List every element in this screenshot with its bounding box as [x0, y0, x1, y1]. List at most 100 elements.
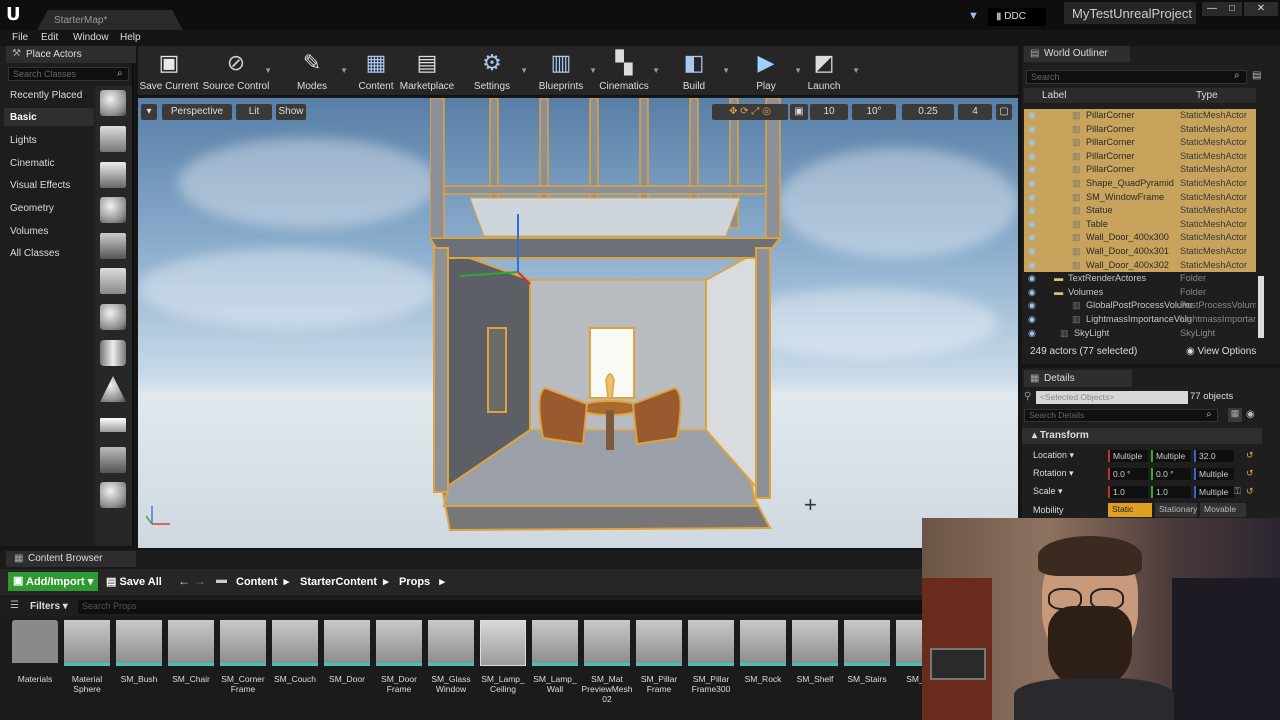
category-lights[interactable]: Lights	[10, 135, 37, 146]
source-control-button[interactable]: ⊘ Source Control ▼	[198, 48, 274, 94]
visibility-eye-icon[interactable]: ◉	[1028, 245, 1036, 259]
menu-edit[interactable]: Edit	[41, 32, 58, 43]
label-column-header[interactable]: Label	[1042, 90, 1066, 101]
level-viewport[interactable]: +	[138, 98, 1018, 548]
visibility-eye-icon[interactable]: ◉	[1028, 259, 1036, 273]
visibility-eye-icon[interactable]: ◉	[1028, 123, 1036, 137]
mobility-static-button[interactable]: Static	[1108, 503, 1152, 517]
details-search-input[interactable]: Search Details	[1024, 409, 1218, 422]
launch-button[interactable]: ◩ Launch ▼	[786, 48, 862, 94]
breadcrumb-content[interactable]: Content ▸	[236, 575, 289, 588]
breadcrumb-props[interactable]: Props ▸	[399, 575, 445, 588]
outliner-row[interactable]: ◉ ▥ Shape_QuadPyramid StaticMeshActor	[1024, 177, 1256, 191]
outliner-row[interactable]: ◉ ▥ GlobalPostProcessVolume PostProcessVolu…	[1024, 299, 1256, 313]
outliner-row[interactable]: ◉ ▥ Table StaticMeshActor	[1024, 217, 1256, 232]
search-props-input[interactable]: Search Props	[78, 600, 922, 614]
transform-section-header[interactable]: ▴ Transform	[1022, 428, 1262, 444]
asset-tile[interactable]: SM_Bush	[116, 620, 162, 684]
world-outliner-tab[interactable]: ▤ World Outliner	[1024, 46, 1130, 62]
visibility-eye-icon[interactable]: ◉	[1028, 150, 1036, 164]
rotation-x-field[interactable]: 0.0 °	[1108, 468, 1148, 480]
asset-tile[interactable]: SM_Chair	[168, 620, 214, 684]
plane-icon[interactable]	[100, 418, 126, 432]
asset-tile[interactable]: SM_Pillar Frame300	[688, 620, 734, 694]
rotation-label[interactable]: Rotation ▾	[1033, 468, 1074, 479]
scale-snap-button[interactable]: 0.25	[902, 104, 954, 120]
eye-icon[interactable]: ◉	[1246, 409, 1255, 420]
show-button[interactable]: Show	[276, 104, 306, 120]
pillar-corner[interactable]	[433, 247, 449, 493]
asset-tile[interactable]: SM_Pillar Frame	[636, 620, 682, 694]
outliner-row[interactable]: ◉ ▬ TextRenderActores Folder	[1024, 272, 1256, 286]
visibility-eye-icon[interactable]: ◉	[1028, 218, 1036, 232]
save-current-button[interactable]: ▣ Save Current	[131, 48, 207, 94]
cube-icon[interactable]	[100, 268, 126, 294]
visibility-eye-icon[interactable]: ◉	[1028, 231, 1036, 245]
asset-tile[interactable]: Material Sphere	[64, 620, 110, 694]
visibility-eye-icon[interactable]: ◉	[1028, 109, 1036, 123]
mobility-movable-button[interactable]: Movable	[1200, 503, 1246, 517]
transform-tools[interactable]: ✥ ⟳ ⤢ ◎	[712, 104, 788, 120]
outliner-row[interactable]: ◉ ▥ PillarCorner StaticMeshActor	[1024, 149, 1256, 164]
filter-icon[interactable]: ▤	[1252, 70, 1261, 81]
minimize-button[interactable]: —	[1202, 2, 1222, 16]
visibility-eye-icon[interactable]: ◉	[1028, 204, 1036, 218]
rotation-z-field[interactable]: Multiple	[1194, 468, 1234, 480]
scale-y-field[interactable]: 1.0	[1151, 486, 1191, 498]
property-matrix-icon[interactable]: ▦	[1228, 408, 1242, 422]
settings-button[interactable]: ⚙ Settings ▼	[454, 48, 530, 94]
sphere-trigger-icon[interactable]	[100, 482, 126, 508]
collaboration-icon[interactable]: ▼	[968, 10, 982, 22]
search-classes-input[interactable]: Search Classes	[8, 67, 129, 81]
outliner-row[interactable]: ◉ ▬ Volumes Folder	[1024, 286, 1256, 300]
sources-toggle-icon[interactable]: ☰	[10, 600, 19, 611]
outliner-row[interactable]: ◉ ▥ Wall_Door_400x300 StaticMeshActor	[1024, 231, 1256, 245]
visibility-eye-icon[interactable]: ◉	[1028, 327, 1036, 341]
view-options-button[interactable]: ◉ View Options	[1186, 346, 1256, 357]
chevron-down-icon[interactable]: ▼	[264, 66, 272, 75]
location-label[interactable]: Location ▾	[1033, 450, 1074, 461]
visibility-eye-icon[interactable]: ◉	[1028, 136, 1036, 150]
category-visual-effects[interactable]: Visual Effects	[10, 180, 70, 191]
reset-arrow-icon[interactable]: ↺	[1246, 486, 1254, 497]
reset-arrow-icon[interactable]: ↺	[1246, 450, 1254, 461]
asset-tile[interactable]: SM_Corner Frame	[220, 620, 266, 694]
filters-button[interactable]: Filters ▾	[30, 601, 68, 612]
add-import-button[interactable]: ▣ Add/Import ▾	[8, 572, 98, 591]
surface-snap-button[interactable]: ▣	[790, 104, 808, 120]
pillar-corner[interactable]	[755, 247, 771, 499]
forward-arrow-icon[interactable]: →	[194, 574, 206, 588]
maximize-button[interactable]: □	[1222, 2, 1242, 16]
visibility-eye-icon[interactable]: ◉	[1028, 299, 1036, 313]
content-browser-tab[interactable]: ▦ Content Browser	[6, 551, 136, 567]
visibility-eye-icon[interactable]: ◉	[1028, 272, 1036, 286]
back-arrow-icon[interactable]: ←	[178, 574, 190, 588]
asset-tile[interactable]: SM_Door Frame	[376, 620, 422, 694]
asset-tile[interactable]: SM_Mat PreviewMesh 02	[581, 620, 633, 704]
asset-tile[interactable]: SM_Lamp_ Wall	[532, 620, 578, 694]
category-all-classes[interactable]: All Classes	[10, 248, 59, 259]
visibility-eye-icon[interactable]: ◉	[1028, 286, 1036, 300]
visibility-eye-icon[interactable]: ◉	[1028, 191, 1036, 205]
ceiling-slab[interactable]	[430, 237, 783, 259]
map-tab[interactable]: StarterMap*	[36, 10, 184, 32]
viewport-options-button[interactable]: ▾	[141, 104, 157, 120]
visibility-eye-icon[interactable]: ◉	[1028, 177, 1036, 191]
visibility-eye-icon[interactable]: ◉	[1028, 163, 1036, 177]
player-start-icon[interactable]	[100, 233, 126, 259]
location-z-field[interactable]: 32.0	[1194, 450, 1234, 462]
category-cinematic[interactable]: Cinematic	[10, 158, 54, 169]
point-light-icon[interactable]	[100, 197, 126, 223]
rotation-y-field[interactable]: 0.0 °	[1151, 468, 1191, 480]
mobility-stationary-button[interactable]: Stationary	[1155, 503, 1197, 517]
location-y-field[interactable]: Multiple	[1151, 450, 1191, 462]
outliner-row[interactable]: ◉ ▥ SkyLight SkyLight	[1024, 327, 1256, 341]
category-volumes[interactable]: Volumes	[10, 226, 48, 237]
reset-arrow-icon[interactable]: ↺	[1246, 468, 1254, 479]
outliner-row[interactable]: ◉ ▥ PillarCorner StaticMeshActor	[1024, 163, 1256, 177]
pawn-icon[interactable]	[100, 162, 126, 188]
asset-tile[interactable]: SM_Door	[324, 620, 370, 684]
save-all-button[interactable]: ▤ Save All	[106, 575, 162, 588]
category-geometry[interactable]: Geometry	[10, 203, 54, 214]
grid-snap-button[interactable]: 10	[810, 104, 848, 120]
